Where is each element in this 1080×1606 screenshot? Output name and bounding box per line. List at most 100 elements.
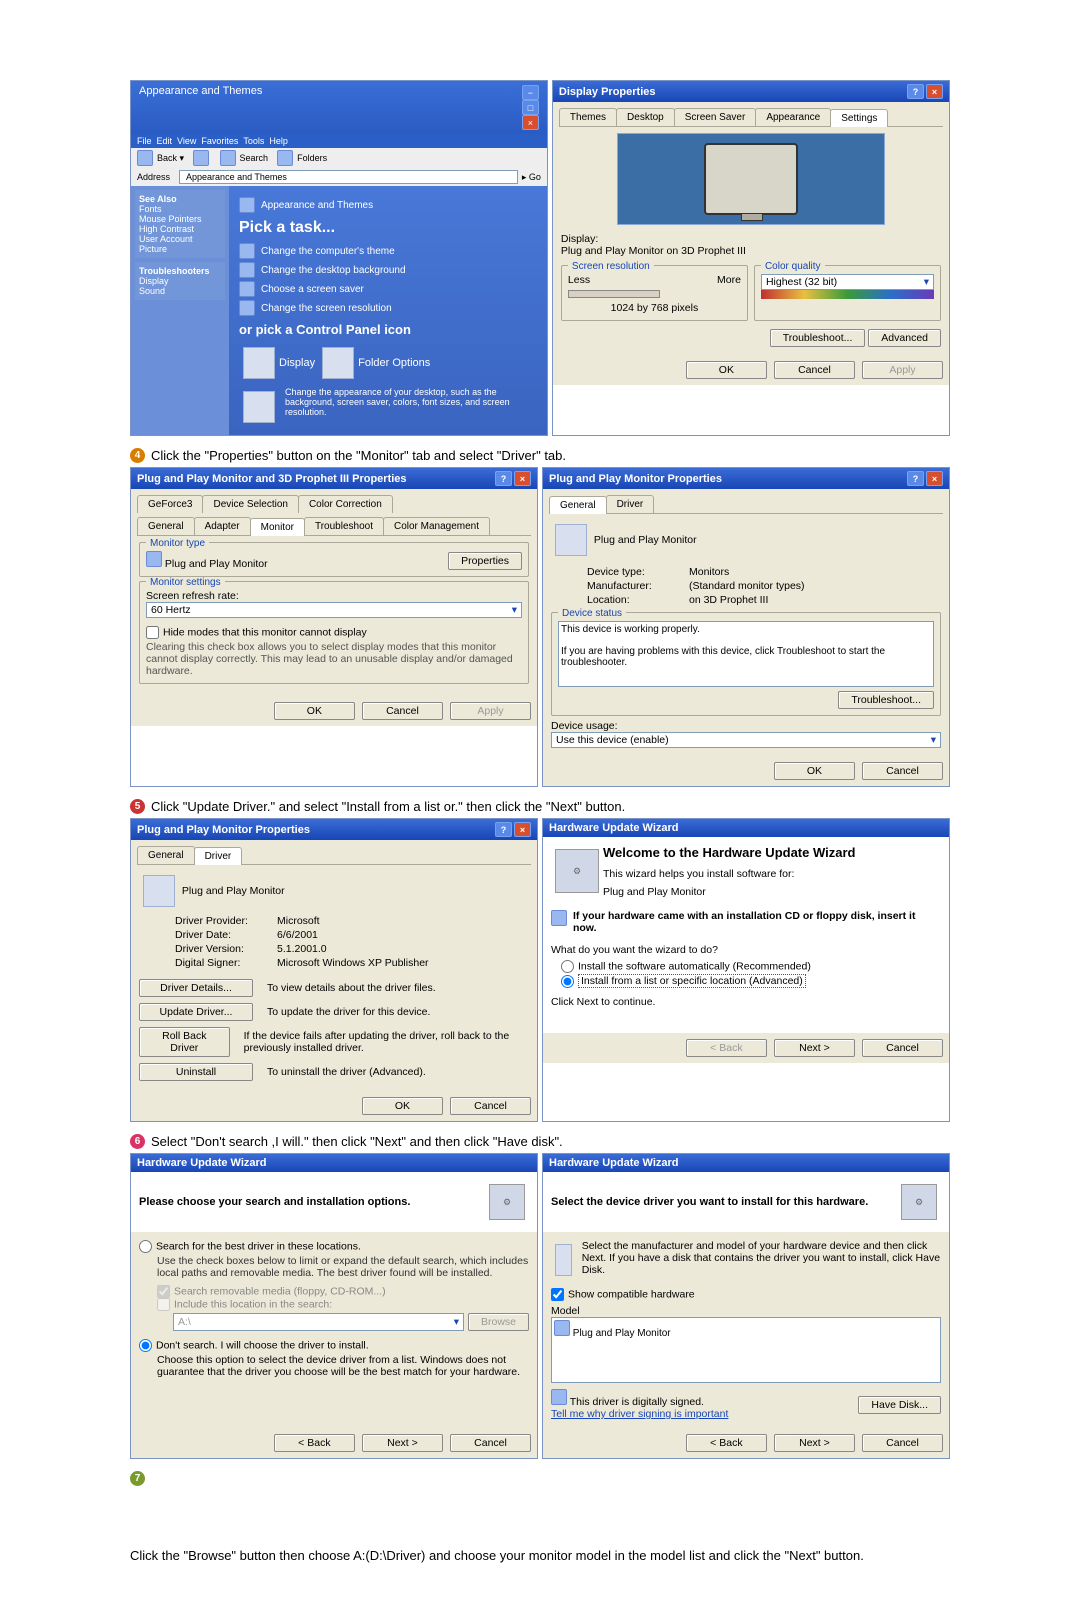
help-button[interactable]: ?	[495, 822, 512, 837]
tab-monitor[interactable]: Monitor	[250, 518, 305, 536]
tab-appearance[interactable]: Appearance	[755, 108, 831, 126]
tab-general[interactable]: General	[549, 496, 607, 514]
tab-driver[interactable]: Driver	[194, 847, 243, 865]
tab-adapter[interactable]: Adapter	[194, 517, 251, 535]
maximize-button[interactable]: □	[522, 100, 539, 115]
radio-dont-search[interactable]	[139, 1339, 152, 1352]
menubar[interactable]: File Edit View Favorites Tools Help	[131, 134, 547, 148]
dialog-title: Hardware Update Wizard	[137, 1157, 267, 1169]
ok-button[interactable]: OK	[686, 361, 767, 379]
folders-icon[interactable]	[277, 150, 293, 166]
hide-modes-checkbox[interactable]	[146, 626, 159, 639]
back-icon[interactable]	[137, 150, 153, 166]
search-icon[interactable]	[220, 150, 236, 166]
tab-screensaver[interactable]: Screen Saver	[674, 108, 757, 126]
display-properties-dialog: Display Properties?× Themes Desktop Scre…	[552, 80, 950, 436]
radio-list[interactable]	[561, 975, 574, 988]
tab-general[interactable]: General	[137, 517, 195, 535]
ok-button[interactable]: OK	[774, 762, 855, 780]
taskbar-icon[interactable]	[243, 391, 275, 423]
tab-troubleshoot[interactable]: Troubleshoot	[304, 517, 384, 535]
tab-color-mgmt[interactable]: Color Management	[383, 517, 490, 535]
apply-button[interactable]: Apply	[450, 702, 531, 720]
cancel-button[interactable]: Cancel	[774, 361, 855, 379]
properties-button[interactable]: Properties	[448, 552, 522, 570]
cancel-button[interactable]: Cancel	[862, 762, 943, 780]
device-icon	[555, 1244, 572, 1276]
toolbar[interactable]: Back ▾ Search Folders	[131, 148, 547, 168]
resolution-slider[interactable]	[568, 290, 660, 298]
radio-auto[interactable]	[561, 960, 574, 973]
device-status-box: This device is working properly. If you …	[558, 621, 934, 687]
close-button[interactable]: ×	[522, 115, 539, 130]
hardware-wizard-search: Hardware Update Wizard Please choose you…	[130, 1153, 538, 1459]
tab-device-sel[interactable]: Device Selection	[202, 495, 298, 513]
step-badge-7: 7	[130, 1471, 145, 1486]
close-button[interactable]: ×	[926, 471, 943, 486]
refresh-rate-select[interactable]: 60 Hertz▾	[146, 602, 522, 618]
folder-options-icon[interactable]	[322, 347, 354, 379]
cancel-button[interactable]: Cancel	[450, 1434, 531, 1452]
step-7-text: Click the "Browse" button then choose A:…	[130, 1546, 950, 1566]
device-usage-select[interactable]: Use this device (enable)▾	[551, 732, 941, 748]
help-button[interactable]: ?	[495, 471, 512, 486]
tab-color-corr[interactable]: Color Correction	[298, 495, 393, 513]
wizard-icon: ⚙	[901, 1184, 937, 1220]
uninstall-button[interactable]: Uninstall	[139, 1063, 253, 1081]
help-button[interactable]: ?	[907, 84, 924, 99]
have-disk-button[interactable]: Have Disk...	[858, 1396, 941, 1414]
cancel-button[interactable]: Cancel	[862, 1434, 943, 1452]
apply-button[interactable]: Apply	[862, 361, 943, 379]
tab-general[interactable]: General	[137, 846, 195, 864]
troubleshoot-button[interactable]: Troubleshoot...	[770, 329, 866, 347]
rollback-driver-button[interactable]: Roll Back Driver	[139, 1027, 230, 1057]
tab-settings[interactable]: Settings	[830, 109, 888, 127]
forward-icon[interactable]	[193, 150, 209, 166]
ok-button[interactable]: OK	[362, 1097, 443, 1115]
update-driver-button[interactable]: Update Driver...	[139, 1003, 253, 1021]
close-button[interactable]: ×	[926, 84, 943, 99]
dialog-title: Plug and Play Monitor Properties	[549, 473, 722, 485]
tab-desktop[interactable]: Desktop	[616, 108, 675, 126]
display-icon[interactable]	[243, 347, 275, 379]
dialog-title: Display Properties	[559, 86, 656, 98]
back-button[interactable]: < Back	[686, 1039, 767, 1057]
cancel-button[interactable]: Cancel	[362, 702, 443, 720]
task-resolution[interactable]: Change the screen resolution	[239, 300, 537, 316]
wizard-welcome: Welcome to the Hardware Update Wizard	[551, 845, 941, 860]
tab-geforce[interactable]: GeForce3	[137, 495, 203, 513]
tab-driver[interactable]: Driver	[606, 495, 655, 513]
browse-button: Browse	[468, 1313, 529, 1331]
close-button[interactable]: ×	[514, 822, 531, 837]
hardware-wizard-welcome: Hardware Update Wizard ⚙ Welcome to the …	[542, 818, 950, 1122]
wizard-icon: ⚙	[489, 1184, 525, 1220]
help-button[interactable]: ?	[907, 471, 924, 486]
address-bar[interactable]: Address Appearance and Themes ▸ Go	[131, 168, 547, 186]
dialog-title: Hardware Update Wizard	[549, 1157, 679, 1169]
color-quality-select[interactable]: Highest (32 bit)▾	[761, 274, 934, 290]
radio-search[interactable]	[139, 1240, 152, 1253]
signing-link[interactable]: Tell me why driver signing is important	[551, 1408, 728, 1420]
next-button[interactable]: Next >	[362, 1434, 443, 1452]
driver-details-button[interactable]: Driver Details...	[139, 979, 253, 997]
troubleshoot-button[interactable]: Troubleshoot...	[838, 691, 934, 709]
compat-checkbox[interactable]	[551, 1288, 564, 1301]
back-button[interactable]: < Back	[686, 1434, 767, 1452]
next-button[interactable]: Next >	[774, 1434, 855, 1452]
back-button[interactable]: < Back	[274, 1434, 355, 1452]
minimize-button[interactable]: −	[522, 85, 539, 100]
cancel-button[interactable]: Cancel	[862, 1039, 943, 1057]
task-background[interactable]: Change the desktop background	[239, 262, 537, 278]
monitor-icon	[554, 1320, 570, 1336]
next-button[interactable]: Next >	[774, 1039, 855, 1057]
model-list[interactable]: Plug and Play Monitor	[551, 1317, 941, 1383]
task-theme[interactable]: Change the computer's theme	[239, 243, 537, 259]
hardware-wizard-select-driver: Hardware Update Wizard Select the device…	[542, 1153, 950, 1459]
ok-button[interactable]: OK	[274, 702, 355, 720]
cancel-button[interactable]: Cancel	[450, 1097, 531, 1115]
advanced-button[interactable]: Advanced	[868, 329, 941, 347]
task-screensaver[interactable]: Choose a screen saver	[239, 281, 537, 297]
tab-themes[interactable]: Themes	[559, 108, 617, 126]
tabstrip[interactable]: Themes Desktop Screen Saver Appearance S…	[559, 108, 943, 127]
close-button[interactable]: ×	[514, 471, 531, 486]
